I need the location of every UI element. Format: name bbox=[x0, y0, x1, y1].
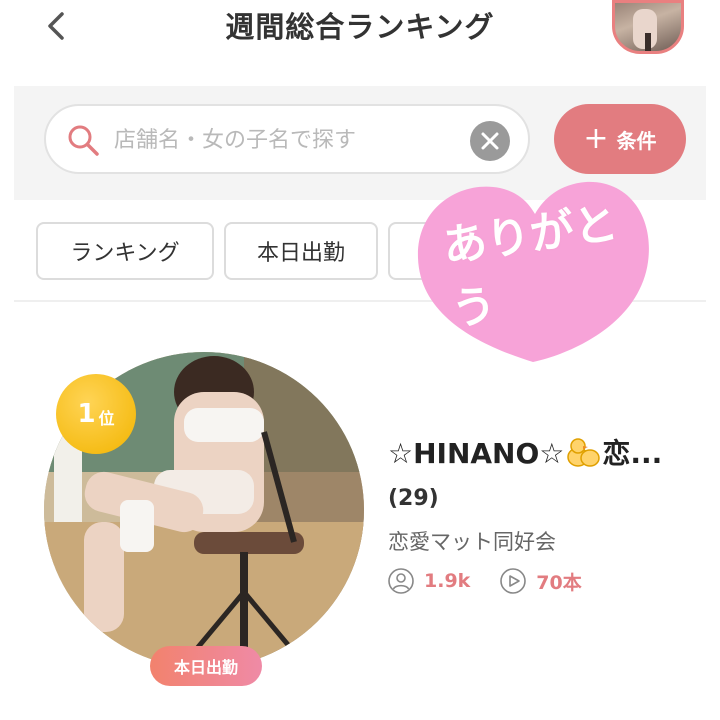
rank-unit: 位 bbox=[98, 409, 115, 428]
tab-ranking[interactable]: ランキング bbox=[36, 222, 214, 280]
condition-button[interactable]: + 条件 bbox=[554, 104, 686, 174]
followers-count: 1.9k bbox=[424, 570, 471, 592]
search-box bbox=[44, 104, 530, 174]
user-icon bbox=[388, 568, 414, 594]
tab-today-attendance[interactable]: 本日出勤 bbox=[224, 222, 378, 280]
search-icon bbox=[68, 125, 99, 156]
today-attendance-badge: 本日出勤 bbox=[150, 646, 262, 686]
clear-icon bbox=[481, 132, 499, 150]
search-input[interactable] bbox=[114, 120, 454, 160]
cast-name-suffix: 恋... bbox=[602, 437, 663, 470]
tab-label: 本日出勤 bbox=[256, 241, 345, 266]
video-count: 70本 bbox=[536, 571, 582, 594]
rank-number: 1 bbox=[77, 399, 96, 429]
chick-emoji-icon bbox=[567, 438, 601, 467]
user-avatar[interactable] bbox=[612, 0, 684, 54]
condition-button-label: 条件 bbox=[616, 128, 657, 153]
plus-icon: + bbox=[583, 121, 609, 156]
clear-search-button[interactable] bbox=[470, 121, 510, 161]
rank-badge: 1 位 bbox=[56, 374, 136, 454]
tab-label: ランキング bbox=[70, 241, 180, 266]
heart-sticker: ありがとう bbox=[408, 170, 658, 370]
cast-stats: 1.9k 70本 bbox=[388, 566, 582, 596]
cast-age: (29) bbox=[388, 486, 439, 511]
play-icon bbox=[500, 568, 527, 594]
shop-name[interactable]: 恋愛マット同好会 bbox=[388, 526, 556, 556]
cast-name[interactable]: ☆HINANO☆ 恋... bbox=[388, 432, 688, 472]
cast-name-prefix: ☆HINANO☆ bbox=[388, 437, 565, 470]
header: 週間総合ランキング bbox=[0, 0, 720, 84]
